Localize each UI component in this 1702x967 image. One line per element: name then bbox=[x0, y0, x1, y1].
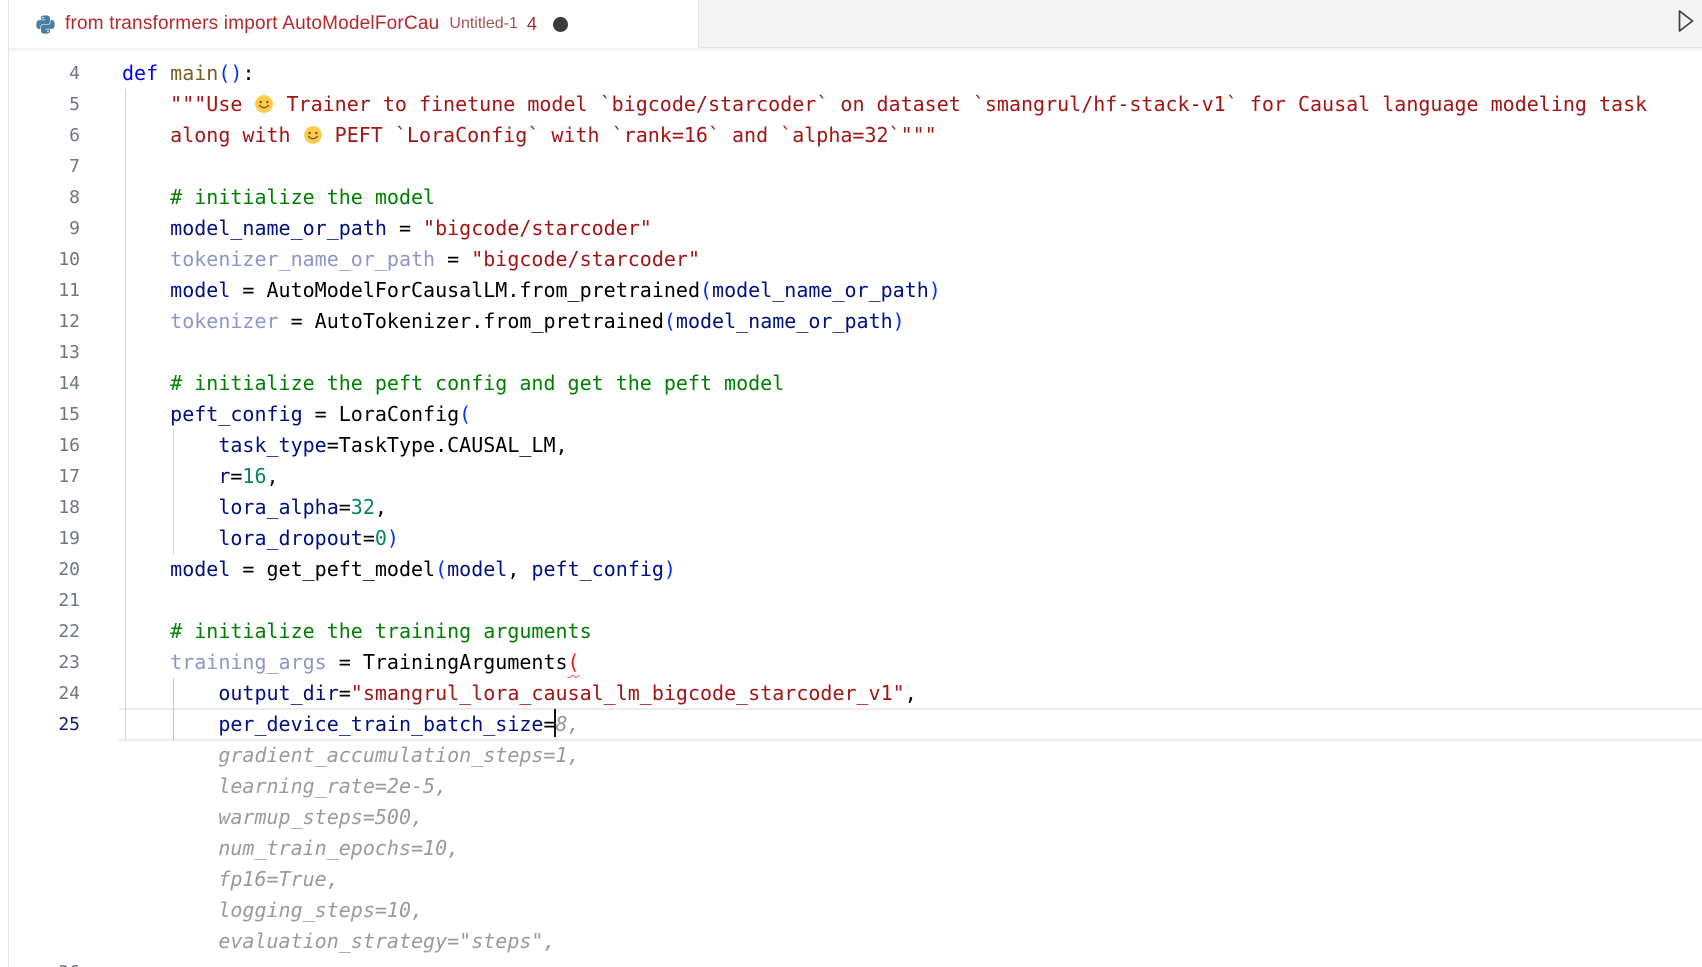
line-number bbox=[9, 926, 122, 957]
line-number bbox=[9, 833, 122, 864]
line-number: 21 bbox=[9, 585, 122, 616]
line-number: 10 bbox=[9, 244, 122, 275]
line-number: 9 bbox=[9, 213, 122, 244]
python-icon bbox=[35, 14, 56, 35]
line-number bbox=[9, 740, 122, 771]
line-number: 14 bbox=[9, 368, 122, 399]
tab-error-count-badge: 4 bbox=[527, 14, 537, 35]
line-number: 22 bbox=[9, 616, 122, 647]
inline-suggestion-line: learning_rate=2e-5, bbox=[9, 771, 1702, 802]
code-line[interactable]: 6 along with PEFT `LoraConfig` with `ran… bbox=[9, 120, 1702, 151]
code-line[interactable]: 23 training_args = TrainingArguments( bbox=[9, 647, 1702, 678]
inline-suggestion-line: logging_steps=10, bbox=[9, 895, 1702, 926]
code-line[interactable]: 16 task_type=TaskType.CAUSAL_LM, bbox=[9, 430, 1702, 461]
line-number: 26 bbox=[9, 957, 122, 967]
line-number: 20 bbox=[9, 554, 122, 585]
code-line[interactable]: 17 r=16, bbox=[9, 461, 1702, 492]
code-line[interactable]: 12 tokenizer = AutoTokenizer.from_pretra… bbox=[9, 306, 1702, 337]
inline-suggestion-line: warmup_steps=500, bbox=[9, 802, 1702, 833]
line-number: 11 bbox=[9, 275, 122, 306]
inline-suggestion-line: num_train_epochs=10, bbox=[9, 833, 1702, 864]
inline-suggestion-line: evaluation_strategy="steps", bbox=[9, 926, 1702, 957]
code-line[interactable]: 22 # initialize the training arguments bbox=[9, 616, 1702, 647]
line-number: 17 bbox=[9, 461, 122, 492]
code-line[interactable]: 11 model = AutoModelForCausalLM.from_pre… bbox=[9, 275, 1702, 306]
code-line[interactable]: 21 bbox=[9, 585, 1702, 616]
tab-description: Untitled-1 bbox=[449, 15, 517, 33]
tab-title: from transformers import AutoModelForCau bbox=[65, 13, 439, 35]
line-number: 19 bbox=[9, 523, 122, 554]
line-number bbox=[9, 864, 122, 895]
line-number: 4 bbox=[9, 58, 122, 89]
run-button[interactable] bbox=[1672, 6, 1700, 36]
code-editor[interactable]: 4def main():5 """Use Trainer to finetune… bbox=[9, 48, 1702, 967]
code-line[interactable]: 7 bbox=[9, 151, 1702, 182]
line-number: 24 bbox=[9, 678, 122, 709]
line-number bbox=[9, 802, 122, 833]
tab-untitled-1[interactable]: from transformers import AutoModelForCau… bbox=[9, 0, 699, 48]
code-line[interactable]: 19 lora_dropout=0) bbox=[9, 523, 1702, 554]
code-line[interactable]: 15 peft_config = LoraConfig( bbox=[9, 399, 1702, 430]
editor-rows: 4def main():5 """Use Trainer to finetune… bbox=[9, 58, 1702, 967]
play-icon bbox=[1677, 9, 1695, 33]
code-line[interactable]: 26 bbox=[9, 957, 1702, 967]
hugging-face-emoji bbox=[303, 125, 323, 145]
code-line[interactable]: 14 # initialize the peft config and get … bbox=[9, 368, 1702, 399]
line-number bbox=[9, 771, 122, 802]
editor-left-border bbox=[8, 0, 9, 967]
tab-dirty-indicator[interactable] bbox=[553, 17, 568, 32]
tab-bar: from transformers import AutoModelForCau… bbox=[9, 0, 1702, 48]
line-number: 6 bbox=[9, 120, 122, 151]
code-line[interactable]: 25 per_device_train_batch_size=8, bbox=[9, 709, 1702, 740]
line-number: 15 bbox=[9, 399, 122, 430]
line-number: 5 bbox=[9, 89, 122, 120]
inline-suggestion-line: fp16=True, bbox=[9, 864, 1702, 895]
code-line[interactable]: 5 """Use Trainer to finetune model `bigc… bbox=[9, 89, 1702, 120]
line-number: 12 bbox=[9, 306, 122, 337]
code-line[interactable]: 8 # initialize the model bbox=[9, 182, 1702, 213]
code-line[interactable]: 18 lora_alpha=32, bbox=[9, 492, 1702, 523]
line-number: 8 bbox=[9, 182, 122, 213]
line-number: 18 bbox=[9, 492, 122, 523]
code-line[interactable]: 13 bbox=[9, 337, 1702, 368]
line-number: 16 bbox=[9, 430, 122, 461]
line-number: 7 bbox=[9, 151, 122, 182]
line-number: 23 bbox=[9, 647, 122, 678]
line-number bbox=[9, 895, 122, 926]
line-number: 25 bbox=[9, 709, 122, 740]
hugging-face-emoji bbox=[254, 94, 274, 114]
line-number: 13 bbox=[9, 337, 122, 368]
inline-suggestion-line: gradient_accumulation_steps=1, bbox=[9, 740, 1702, 771]
code-line[interactable]: 24 output_dir="smangrul_lora_causal_lm_b… bbox=[9, 678, 1702, 709]
editor-window: from transformers import AutoModelForCau… bbox=[0, 0, 1702, 967]
code-line[interactable]: 10 tokenizer_name_or_path = "bigcode/sta… bbox=[9, 244, 1702, 275]
code-line[interactable]: 4def main(): bbox=[9, 58, 1702, 89]
tab-bar-empty-space bbox=[699, 0, 1702, 48]
code-line[interactable]: 9 model_name_or_path = "bigcode/starcode… bbox=[9, 213, 1702, 244]
code-line[interactable]: 20 model = get_peft_model(model, peft_co… bbox=[9, 554, 1702, 585]
